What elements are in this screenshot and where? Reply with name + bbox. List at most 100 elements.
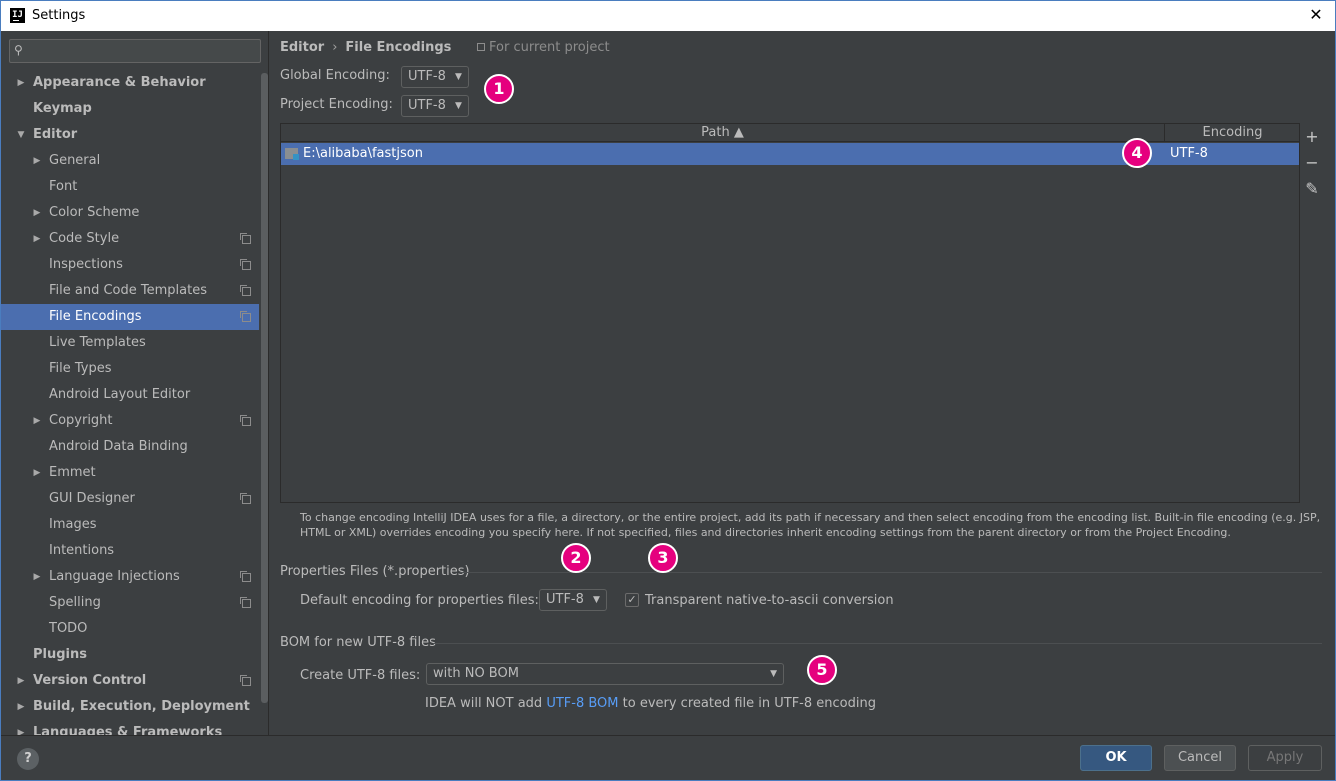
sidebar-item-font[interactable]: Font (1, 174, 259, 200)
project-scope-icon (240, 233, 251, 244)
sidebar-item-label: Intentions (49, 543, 115, 558)
bom-mode-dropdown[interactable]: with NO BOM ▼ (426, 663, 784, 685)
chevron-right-icon[interactable]: ▶ (32, 460, 42, 486)
project-encoding-value: UTF-8 (408, 98, 446, 113)
breadcrumb-separator: › (332, 40, 338, 55)
help-icon[interactable]: ? (17, 748, 39, 770)
search-icon: ⚲ (14, 43, 23, 57)
settings-sidebar: ⚲ ▶ Appearance & Behavior Keymap ▼ Editor ▶ Ge… (1, 31, 269, 735)
transparent-conversion-label[interactable]: Transparent native-to-ascii conversion (645, 593, 894, 608)
sidebar-item-android-data-binding[interactable]: Android Data Binding (1, 434, 259, 460)
chevron-down-icon[interactable]: ▼ (16, 122, 26, 148)
sidebar-item-plugins[interactable]: Plugins (1, 642, 259, 668)
sidebar-item-build-execution-deployment[interactable]: ▶ Build, Execution, Deployment (1, 694, 259, 720)
sidebar-item-label: TODO (49, 621, 88, 636)
cancel-button[interactable]: Cancel (1164, 745, 1236, 771)
column-header-path[interactable]: Path ▲ (281, 124, 1165, 142)
sidebar-item-label: General (49, 153, 101, 168)
project-scope-icon (240, 415, 251, 426)
annotation-badge-4: 4 (1122, 138, 1152, 168)
project-scope-icon (240, 259, 251, 270)
sidebar-item-label: Emmet (49, 465, 96, 480)
folder-icon (285, 148, 299, 160)
chevron-right-icon[interactable]: ▶ (32, 200, 42, 226)
encoding-hint-text: To change encoding IntelliJ IDEA uses fo… (300, 511, 1321, 539)
remove-icon[interactable]: − (1300, 151, 1324, 175)
sidebar-item-keymap[interactable]: Keymap (1, 96, 259, 122)
encoding-cell[interactable]: UTF-8 (1170, 143, 1208, 165)
project-encoding-label: Project Encoding: (280, 97, 393, 112)
settings-tree: ▶ Appearance & Behavior Keymap ▼ Editor ▶ Gene… (1, 70, 259, 735)
title-bar: IJ Settings ✕ (0, 0, 1336, 31)
sidebar-item-file-types[interactable]: File Types (1, 356, 259, 382)
sidebar-item-appearance-behavior[interactable]: ▶ Appearance & Behavior (1, 70, 259, 96)
bom-section-title: BOM for new UTF-8 files (280, 635, 436, 650)
sidebar-item-emmet[interactable]: ▶ Emmet (1, 460, 259, 486)
sidebar-item-copyright[interactable]: ▶ Copyright (1, 408, 259, 434)
transparent-conversion-checkbox[interactable]: ✓ (625, 593, 639, 607)
sidebar-item-label: GUI Designer (49, 491, 135, 506)
sidebar-item-file-encodings[interactable]: File Encodings (1, 304, 259, 330)
chevron-right-icon[interactable]: ▶ (32, 564, 42, 590)
sidebar-item-todo[interactable]: TODO (1, 616, 259, 642)
column-header-encoding[interactable]: Encoding (1166, 124, 1299, 142)
section-divider (460, 572, 1322, 573)
chevron-right-icon[interactable]: ▶ (16, 720, 26, 735)
chevron-right-icon[interactable]: ▶ (16, 668, 26, 694)
sidebar-item-android-layout-editor[interactable]: Android Layout Editor (1, 382, 259, 408)
sidebar-item-inspections[interactable]: Inspections (1, 252, 259, 278)
sidebar-scrollbar[interactable] (261, 73, 268, 703)
file-encodings-panel: Editor › File Encodings For current projec… (270, 31, 1334, 735)
annotation-badge-3: 3 (648, 543, 678, 573)
path-cell: E:\alibaba\fastjson (303, 146, 423, 161)
bom-note-prefix: IDEA will NOT add (425, 696, 547, 711)
chevron-right-icon[interactable]: ▶ (32, 226, 42, 252)
sidebar-item-editor[interactable]: ▼ Editor (1, 122, 259, 148)
sidebar-item-label: Keymap (33, 101, 92, 116)
sidebar-item-images[interactable]: Images (1, 512, 259, 538)
sidebar-item-label: File Types (49, 361, 112, 376)
create-utf8-label: Create UTF-8 files: (300, 668, 421, 683)
sidebar-item-code-style[interactable]: ▶ Code Style (1, 226, 259, 252)
sidebar-item-intentions[interactable]: Intentions (1, 538, 259, 564)
annotation-badge-2: 2 (561, 543, 591, 573)
properties-encoding-dropdown[interactable]: UTF-8 ▼ (539, 589, 607, 611)
sidebar-item-spelling[interactable]: Spelling (1, 590, 259, 616)
bom-note-suffix: to every created file in UTF-8 encoding (618, 696, 876, 711)
sidebar-item-general[interactable]: ▶ General (1, 148, 259, 174)
add-icon[interactable]: + (1300, 125, 1324, 149)
sidebar-item-language-injections[interactable]: ▶ Language Injections (1, 564, 259, 590)
utf8-bom-link[interactable]: UTF-8 BOM (546, 696, 618, 711)
sidebar-item-gui-designer[interactable]: GUI Designer (1, 486, 259, 512)
scope-label: For current project (489, 40, 610, 55)
close-icon[interactable]: ✕ (1307, 5, 1325, 25)
ok-button[interactable]: OK (1080, 745, 1152, 771)
breadcrumb-parent: Editor (280, 40, 325, 55)
sidebar-item-label: Languages & Frameworks (33, 725, 223, 735)
annotation-badge-1: 1 (484, 74, 514, 104)
edit-icon[interactable]: ✎ (1300, 177, 1324, 201)
sidebar-item-label: Color Scheme (49, 205, 140, 220)
chevron-right-icon[interactable]: ▶ (32, 148, 42, 174)
chevron-right-icon[interactable]: ▶ (32, 408, 42, 434)
intellij-app-icon: IJ (10, 8, 25, 23)
chevron-down-icon: ▼ (454, 72, 462, 82)
bom-mode-value: with NO BOM (433, 666, 519, 681)
chevron-right-icon[interactable]: ▶ (16, 70, 26, 96)
sidebar-item-version-control[interactable]: ▶ Version Control (1, 668, 259, 694)
apply-button[interactable]: Apply (1248, 745, 1322, 771)
properties-section-title: Properties Files (*.properties) (280, 564, 470, 579)
bom-note: IDEA will NOT add UTF-8 BOM to every cre… (425, 696, 876, 711)
search-input[interactable]: ⚲ (9, 39, 261, 63)
sidebar-item-live-templates[interactable]: Live Templates (1, 330, 259, 356)
chevron-right-icon[interactable]: ▶ (16, 694, 26, 720)
global-encoding-dropdown[interactable]: UTF-8 ▼ (401, 66, 469, 88)
breadcrumb: Editor › File Encodings (280, 40, 451, 55)
sidebar-item-label: Code Style (49, 231, 120, 246)
sidebar-item-file-and-code-templates[interactable]: File and Code Templates (1, 278, 259, 304)
dialog-button-bar: ? OK Cancel Apply (1, 735, 1335, 780)
sidebar-item-label: File and Code Templates (49, 283, 207, 298)
sidebar-item-color-scheme[interactable]: ▶ Color Scheme (1, 200, 259, 226)
project-encoding-dropdown[interactable]: UTF-8 ▼ (401, 95, 469, 117)
sidebar-item-languages-frameworks[interactable]: ▶ Languages & Frameworks (1, 720, 259, 735)
